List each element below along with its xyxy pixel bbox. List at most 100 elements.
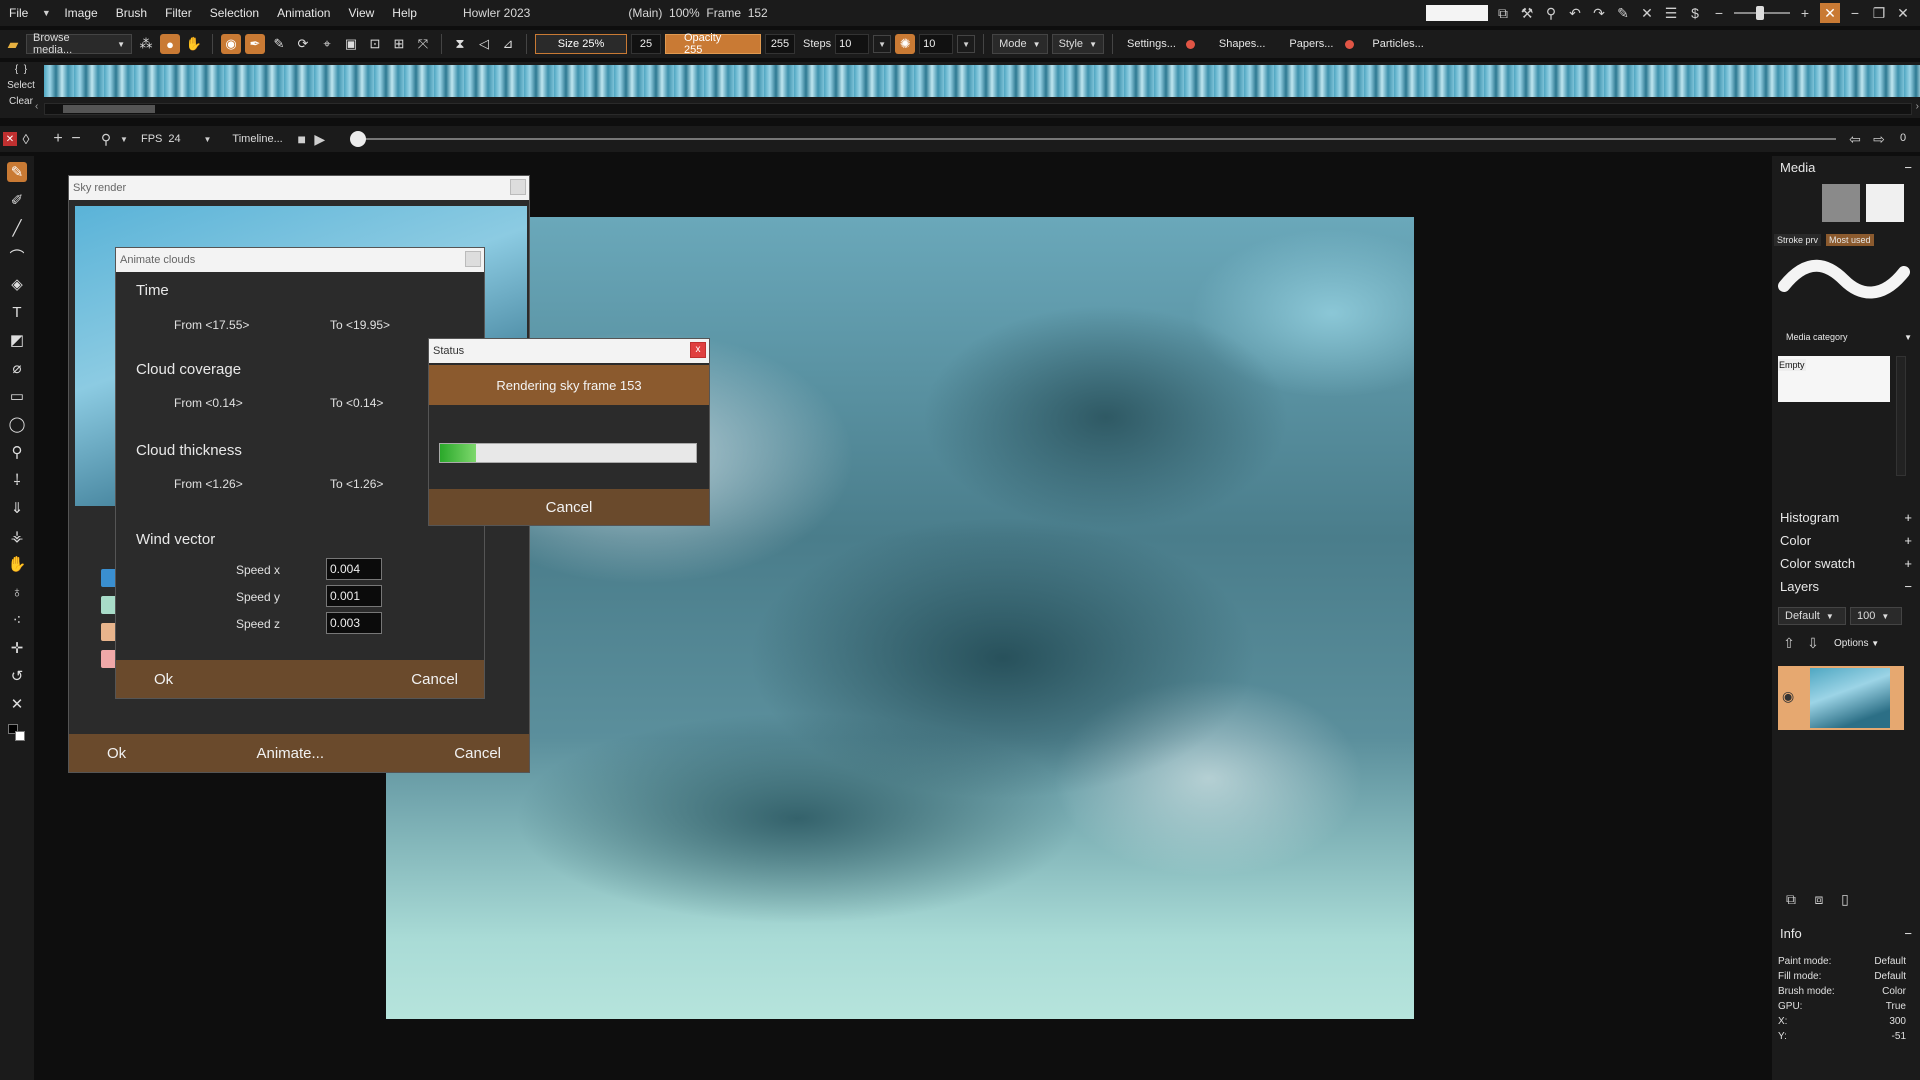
info-header[interactable]: Info − — [1780, 926, 1912, 941]
animate-button[interactable]: Animate... — [256, 745, 324, 762]
timeline-playhead[interactable] — [350, 131, 366, 147]
color-header[interactable]: Color + — [1780, 533, 1912, 548]
select-button[interactable]: Select — [0, 78, 42, 94]
steps-value[interactable]: 10 — [835, 34, 870, 54]
media-thumb-white[interactable] — [1866, 184, 1904, 222]
add-frame-icon[interactable]: + — [49, 130, 67, 148]
size-value[interactable]: 25 — [631, 34, 661, 54]
zoom-out-icon[interactable]: − — [1710, 4, 1728, 22]
ok-button[interactable]: Ok — [154, 671, 173, 688]
status-titlebar[interactable]: Status x — [429, 339, 709, 363]
ellipse-select-icon[interactable]: ◯ — [7, 414, 27, 434]
fill-tool-icon[interactable]: ◈ — [7, 274, 27, 294]
brush-pick-icon[interactable]: ⚒ — [1518, 4, 1536, 22]
layer-opacity-input[interactable]: 100 ▼ — [1850, 607, 1902, 625]
color-pair-icon[interactable] — [6, 722, 28, 744]
list-icon[interactable]: ☰ — [1662, 4, 1680, 22]
empty-item[interactable]: Empty — [1778, 359, 1806, 371]
hand-tool-icon[interactable]: ✋ — [7, 554, 27, 574]
menu-selection[interactable]: Selection — [201, 6, 268, 20]
layer-row[interactable]: ◉ — [1778, 666, 1904, 730]
stroke-prv-tab[interactable]: Stroke prv — [1774, 234, 1822, 246]
eye-icon[interactable]: ◉ — [1782, 688, 1794, 705]
close-button[interactable] — [510, 179, 526, 195]
particles-button[interactable]: Particles... — [1372, 38, 1423, 50]
menu-view[interactable]: View — [339, 6, 383, 20]
perspective-icon[interactable]: ◁ — [474, 34, 494, 54]
sky-render-titlebar[interactable]: Sky render — [69, 176, 529, 200]
chevron-down-icon[interactable]: ▼ — [873, 35, 892, 53]
shapes-button[interactable]: Shapes... — [1219, 38, 1265, 50]
symmetry-icon[interactable]: ⊿ — [498, 34, 518, 54]
time-to[interactable]: To <19.95> — [330, 318, 390, 332]
mode-dropdown[interactable]: Mode ▼ — [992, 34, 1048, 54]
chevron-down-icon[interactable]: ▼ — [37, 4, 55, 22]
layer-blend-dropdown[interactable]: Default ▼ — [1778, 607, 1846, 625]
delete-frame-icon[interactable]: ✕ — [3, 132, 17, 146]
frame-icon[interactable]: ▣ — [341, 34, 361, 54]
media-category-dropdown[interactable]: Media category ▼ — [1780, 332, 1912, 342]
size-slider[interactable]: Size 25% — [535, 34, 627, 54]
jitter-value[interactable]: 10 — [919, 34, 954, 54]
close-icon[interactable]: ✕ — [1894, 4, 1912, 22]
media-section-header[interactable]: Media − — [1780, 160, 1912, 175]
stamp-tool-icon[interactable]: ⇓ — [7, 498, 27, 518]
frame-strip[interactable] — [44, 65, 1920, 97]
chevron-down-icon[interactable]: ▼ — [115, 130, 133, 148]
opacity-slider[interactable]: Opacity 255 — [665, 32, 761, 56]
stop-icon[interactable]: ■ — [293, 130, 311, 148]
minimize-icon[interactable]: − — [1846, 4, 1864, 22]
pen-icon[interactable]: ✒ — [245, 34, 265, 54]
thickness-from[interactable]: From <1.26> — [174, 477, 243, 491]
cancel-button[interactable]: Cancel — [454, 745, 501, 762]
grid-icon[interactable]: ⊞ — [389, 34, 409, 54]
prev-frame-icon[interactable]: ⇦ — [1846, 130, 1864, 148]
onion-icon[interactable]: ◊ — [17, 130, 35, 148]
timeline-button[interactable]: Timeline... — [232, 133, 282, 145]
menu-filter[interactable]: Filter — [156, 6, 201, 20]
chevron-down-icon[interactable]: ▼ — [198, 130, 216, 148]
jitter-icon[interactable]: ✺ — [895, 34, 916, 54]
color-preview-box[interactable] — [1426, 5, 1488, 21]
hand-icon[interactable]: ✋ — [184, 34, 204, 54]
layers-header[interactable]: Layers − — [1780, 579, 1912, 594]
speed-y-input[interactable]: 0.001 — [326, 585, 382, 607]
animate-clouds-titlebar[interactable]: Animate clouds — [116, 248, 484, 272]
smudge-tool-icon[interactable]: ✐ — [7, 190, 27, 210]
menu-animation[interactable]: Animation — [268, 6, 339, 20]
scrollbar-thumb[interactable] — [63, 105, 155, 113]
thickness-to[interactable]: To <1.26> — [330, 477, 383, 491]
brush-tool-icon[interactable]: ✎ — [7, 162, 27, 182]
close-icon[interactable]: x — [690, 342, 706, 358]
cross-icon[interactable]: ✕ — [1638, 4, 1656, 22]
papers-button[interactable]: Papers... — [1289, 38, 1333, 50]
page-icon[interactable]: ▯ — [1836, 890, 1854, 908]
rotate-tool-icon[interactable]: ↺ — [7, 666, 27, 686]
warp-tool-icon[interactable]: ✕ — [7, 694, 27, 714]
expand-icon[interactable]: + — [1904, 510, 1912, 525]
transform-icon[interactable]: ⤧ — [413, 34, 433, 54]
style-dropdown[interactable]: Style ▼ — [1051, 34, 1104, 54]
layer-down-icon[interactable]: ⇩ — [1804, 634, 1822, 652]
opacity-value[interactable]: 255 — [765, 34, 795, 54]
cancel-button[interactable]: Cancel — [411, 671, 458, 688]
coverage-to[interactable]: To <0.14> — [330, 396, 383, 410]
layer-up-icon[interactable]: ⇧ — [1780, 634, 1798, 652]
media-category-list[interactable]: Empty — [1778, 356, 1890, 402]
list-scrollbar[interactable] — [1896, 356, 1906, 476]
collapse-icon[interactable]: − — [1904, 160, 1912, 175]
remove-frame-icon[interactable]: − — [67, 130, 85, 148]
scroll-left-icon[interactable]: ‹ — [35, 101, 38, 112]
move-tool-icon[interactable]: ✛ — [7, 638, 27, 658]
close-button[interactable] — [465, 251, 481, 267]
most-used-tab[interactable]: Most used — [1826, 234, 1874, 246]
media-thumb-gray[interactable] — [1822, 184, 1860, 222]
stroke-icon[interactable]: ✎ — [1614, 4, 1632, 22]
zoom-tool-icon[interactable]: ⚲ — [7, 442, 27, 462]
undo-icon[interactable]: ↶ — [1566, 4, 1584, 22]
light-tool-icon[interactable]: ♁ — [7, 582, 27, 602]
circle-brush-icon[interactable]: ● — [160, 34, 180, 54]
eye-brush-icon[interactable]: ◉ — [221, 34, 241, 54]
spray-tool-icon[interactable]: ⁖ — [7, 610, 27, 630]
speed-z-input[interactable]: 0.003 — [326, 612, 382, 634]
